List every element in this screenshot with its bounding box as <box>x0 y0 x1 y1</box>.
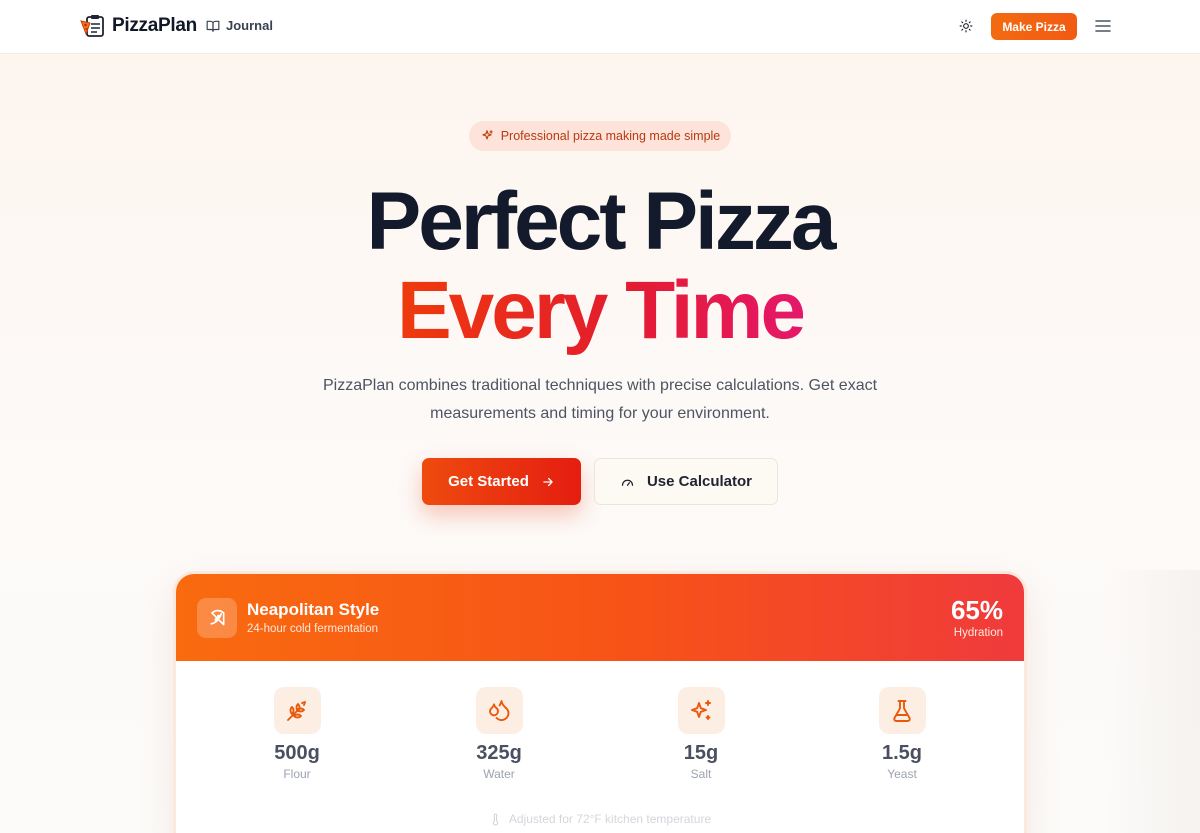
ingredient-icon-badge <box>677 687 725 734</box>
tagline-badge: Professional pizza making made simple <box>469 121 731 151</box>
hero-subtitle: PizzaPlan combines traditional technique… <box>322 377 878 422</box>
use-calculator-button[interactable]: Use Calculator <box>594 458 778 505</box>
sun-icon <box>959 19 973 33</box>
recipe-preview-card: Neapolitan Style 24-hour cold fermentati… <box>176 574 1024 833</box>
ingredient-label: Flour <box>283 767 311 781</box>
thermometer-icon <box>492 813 499 825</box>
ingredient-icon-badge <box>273 687 321 734</box>
hero-title-line2-text: Every Time <box>396 265 806 356</box>
recipe-icon-badge <box>197 598 237 638</box>
ingredient-value: 1.5g <box>881 742 923 764</box>
nav-journal-label: Journal <box>226 18 273 33</box>
get-started-button[interactable]: Get Started <box>422 458 581 505</box>
hydration-value: 65% <box>950 595 1003 625</box>
hero-title-line2: Every Time <box>0 270 1200 352</box>
pizza-slice-icon <box>210 609 225 626</box>
make-pizza-button[interactable]: Make Pizza <box>991 13 1077 40</box>
ingredient-label: Salt <box>690 767 712 781</box>
ingredient-salt: 15g Salt <box>641 687 761 781</box>
gauge-icon <box>621 479 634 486</box>
book-open-icon <box>206 20 220 32</box>
brand-name: PizzaPlan <box>112 15 197 36</box>
nav-journal-link[interactable]: Journal <box>206 18 273 33</box>
ingredient-value: 15g <box>683 742 719 764</box>
flask-icon <box>893 699 911 722</box>
wheat-icon <box>287 700 306 721</box>
hamburger-menu-icon[interactable] <box>1094 17 1112 35</box>
hero-title-line1: Perfect Pizza <box>366 176 837 267</box>
arrow-right-icon <box>543 477 553 486</box>
temperature-adjust-note: Adjusted for 72°F kitchen temperature <box>176 812 1024 826</box>
recipe-title: Neapolitan Style <box>247 600 380 619</box>
pizza-clipboard-logo-icon <box>80 15 104 37</box>
recipe-subtitle: 24-hour cold fermentation <box>247 623 379 635</box>
recipe-card-header: Neapolitan Style 24-hour cold fermentati… <box>176 574 1024 661</box>
sparkles-icon <box>691 699 711 720</box>
hydration-label: Hydration <box>953 627 1003 639</box>
temperature-adjust-text: Adjusted for 72°F kitchen temperature <box>508 812 712 826</box>
ingredient-label: Water <box>483 767 515 781</box>
ingredient-yeast: 1.5g Yeast <box>842 687 962 781</box>
sparkles-icon <box>482 130 493 140</box>
right-edge-fade <box>1104 570 1200 833</box>
ingredient-value: 325g <box>476 742 522 764</box>
theme-toggle-button[interactable] <box>956 16 976 36</box>
tagline-text: Professional pizza making made simple <box>500 129 721 143</box>
ingredient-flour: 500g Flour <box>237 687 357 781</box>
ingredient-icon-badge <box>878 687 926 734</box>
ingredient-icon-badge <box>475 687 523 734</box>
ingredient-label: Yeast <box>887 767 917 781</box>
ingredient-value: 500g <box>274 742 320 764</box>
ingredient-water: 325g Water <box>439 687 559 781</box>
droplets-icon <box>489 699 510 721</box>
top-nav-bar: PizzaPlan Journal Make Pizza <box>0 0 1200 54</box>
get-started-label: Get Started <box>448 473 529 490</box>
use-calculator-label: Use Calculator <box>646 473 753 490</box>
brand-link[interactable]: PizzaPlan <box>80 13 197 39</box>
